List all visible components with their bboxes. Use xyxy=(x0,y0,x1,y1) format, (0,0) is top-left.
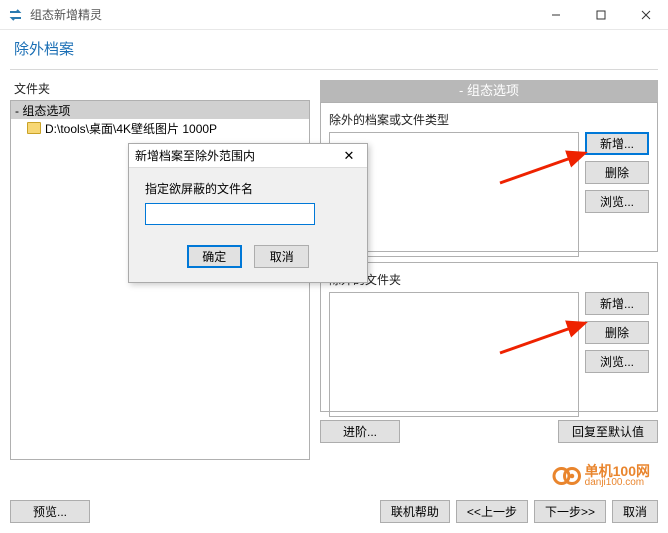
prev-button[interactable]: <<上一步 xyxy=(456,500,528,523)
exclude-folders-list[interactable] xyxy=(329,292,579,417)
tree-item-path[interactable]: D:\tools\桌面\4K壁纸图片 1000P xyxy=(23,119,309,137)
folders-browse-button[interactable]: 浏览... xyxy=(585,350,649,373)
dialog-cancel-button[interactable]: 取消 xyxy=(254,245,309,268)
files-new-button[interactable]: 新增... xyxy=(585,132,649,155)
exclude-files-label: 除外的档案或文件类型 xyxy=(329,111,649,128)
folders-label: 文件夹 xyxy=(10,80,310,97)
filename-input[interactable] xyxy=(145,203,315,225)
watermark: 单机100网 danji100.com xyxy=(551,461,650,491)
watermark-logo-icon xyxy=(551,461,581,491)
minimize-button[interactable] xyxy=(533,0,578,30)
exclude-folders-label: 除外的文件夹 xyxy=(329,271,649,288)
folders-new-button[interactable]: 新增... xyxy=(585,292,649,315)
dialog-label: 指定欲屏蔽的文件名 xyxy=(145,180,351,197)
exclude-folders-panel: 除外的文件夹 新增... 删除 浏览... xyxy=(320,262,658,412)
app-icon xyxy=(8,7,24,23)
files-browse-button[interactable]: 浏览... xyxy=(585,190,649,213)
next-button[interactable]: 下一步>> xyxy=(534,500,606,523)
folder-icon xyxy=(27,122,41,134)
folders-delete-button[interactable]: 删除 xyxy=(585,321,649,344)
cancel-button[interactable]: 取消 xyxy=(612,500,658,523)
advanced-button[interactable]: 进阶... xyxy=(320,420,400,443)
close-button[interactable] xyxy=(623,0,668,30)
files-delete-button[interactable]: 删除 xyxy=(585,161,649,184)
titlebar: 组态新增精灵 xyxy=(0,0,668,30)
reset-button[interactable]: 回复至默认值 xyxy=(558,420,658,443)
exclude-files-panel: 除外的档案或文件类型 新增... 删除 浏览... xyxy=(320,102,658,252)
footer: 预览... 联机帮助 <<上一步 下一步>> 取消 xyxy=(10,500,658,523)
tree-item-config[interactable]: - 组态选项 xyxy=(11,101,309,119)
dialog-close-button[interactable]: ✕ xyxy=(337,148,361,164)
watermark-text: 单机100网 xyxy=(585,464,650,478)
dialog-title: 新增档案至除外范围内 xyxy=(135,147,337,164)
page-title: 除外档案 xyxy=(14,38,654,59)
header: 除外档案 xyxy=(0,30,668,69)
maximize-button[interactable] xyxy=(578,0,623,30)
watermark-url: danji100.com xyxy=(585,478,650,488)
help-button[interactable]: 联机帮助 xyxy=(380,500,450,523)
dialog-ok-button[interactable]: 确定 xyxy=(187,245,242,268)
add-exclude-dialog: 新增档案至除外范围内 ✕ 指定欲屏蔽的文件名 确定 取消 xyxy=(128,143,368,283)
preview-button[interactable]: 预览... xyxy=(10,500,90,523)
group-header: - 组态选项 xyxy=(320,80,658,102)
window-title: 组态新增精灵 xyxy=(30,6,533,23)
